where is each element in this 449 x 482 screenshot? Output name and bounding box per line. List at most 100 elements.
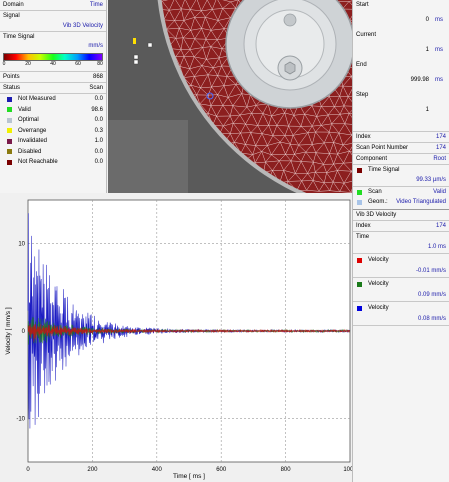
geom-label: Geom.: xyxy=(368,199,388,205)
end-field[interactable]: 999.98 ms xyxy=(353,70,449,90)
status-item-value: 0.0 xyxy=(94,148,103,155)
scan-row: Scan Valid xyxy=(353,187,449,197)
signal-label: Signal xyxy=(3,13,20,19)
current-field[interactable]: 1 ms xyxy=(353,40,449,60)
status-item-value: 0.0 xyxy=(94,117,103,124)
hub-marker xyxy=(283,13,297,27)
invalidated-point-marker[interactable] xyxy=(133,54,139,60)
velocity-value: 0.09 mm/s xyxy=(417,292,446,298)
time-signal-label: Time Signal xyxy=(3,34,35,40)
vib-index-row: Index 174 xyxy=(353,221,449,231)
index-row: Index 174 xyxy=(353,132,449,142)
domain-label: Domain xyxy=(3,2,24,8)
step-field[interactable]: 1 xyxy=(353,100,449,120)
tick-80: 80 xyxy=(97,61,103,67)
tick-40: 40 xyxy=(50,61,56,67)
invalidated-point-marker[interactable] xyxy=(147,42,153,48)
index-label: Index xyxy=(356,134,371,140)
status-item-label: Disabled xyxy=(18,148,42,155)
tick-20: 20 xyxy=(25,61,31,67)
current-unit: ms xyxy=(435,47,443,53)
vib-index-value: 174 xyxy=(435,223,446,229)
x-tick-label: 1000 xyxy=(343,467,352,473)
end-value[interactable]: 999.98 xyxy=(356,77,429,83)
status-item[interactable]: Not Reachable 0.0 xyxy=(0,157,106,168)
time-label-row: Time xyxy=(353,232,449,242)
tick-0: 0 xyxy=(2,61,6,67)
current-value[interactable]: 1 xyxy=(356,47,429,53)
left-panel: Domain Time Signal Vib 3D Velocity Time … xyxy=(0,0,107,193)
signal-value-row[interactable]: Vib 3D Velocity xyxy=(0,21,106,31)
velocity-swatch xyxy=(357,305,362,311)
signal-label-row: Signal xyxy=(0,11,106,21)
status-item[interactable]: Invalidated 1.0 xyxy=(0,136,106,147)
scan-value: Valid xyxy=(433,189,446,195)
status-item-value: 0.0 xyxy=(94,96,103,103)
geom-value: Video Triangulated xyxy=(396,199,446,205)
velocity-label: Velocity xyxy=(368,305,389,311)
end-label: End xyxy=(356,62,367,68)
start-value[interactable]: 0 xyxy=(356,17,429,23)
x-axis-label: Time [ ms ] xyxy=(173,473,205,480)
step-label: Step xyxy=(356,92,369,98)
tick-60: 60 xyxy=(75,61,81,67)
step-value[interactable]: 1 xyxy=(356,107,429,113)
velocity-row: Velocity xyxy=(353,302,449,314)
status-item-value: 0.0 xyxy=(94,159,103,166)
status-item-label: Invalidated xyxy=(18,138,48,145)
status-item-label: Overrange xyxy=(18,127,47,134)
background-texture xyxy=(108,120,188,193)
vib-title-row: Vib 3D Velocity xyxy=(353,210,449,220)
color-scale-ticks: 0 20 40 60 80 xyxy=(3,61,103,69)
scan-point-label: Scan Point Number xyxy=(356,145,409,151)
vib-index-label: Index xyxy=(356,223,371,229)
time-signal-chart[interactable]: 0 200 400 600 800 1000 -10 0 10 Time [ ms ] Veloci… xyxy=(0,194,357,482)
start-label-row: Start xyxy=(353,0,449,10)
status-item-value: 0.3 xyxy=(94,127,103,134)
status-item-value: 98.6 xyxy=(91,106,103,113)
status-swatch xyxy=(7,117,12,123)
step-label-row: Step xyxy=(353,90,449,100)
time-label: Time xyxy=(356,234,370,240)
overrange-point-marker[interactable] xyxy=(133,38,136,44)
current-label-row: Current xyxy=(353,30,449,40)
time-signal-swatch xyxy=(357,167,362,173)
start-field[interactable]: 0 ms xyxy=(353,10,449,30)
y-tick-label: 0 xyxy=(22,329,26,335)
status-item-label: Valid xyxy=(18,106,31,113)
status-swatch xyxy=(7,138,12,144)
time-signal-row: Time Signal xyxy=(353,165,449,175)
unit-row: mm/s xyxy=(0,42,106,50)
status-item[interactable]: Disabled 0.0 xyxy=(0,147,106,158)
domain-row[interactable]: Domain Time xyxy=(0,0,106,10)
colorbar-unit: mm/s xyxy=(88,43,103,49)
status-value[interactable]: Scan xyxy=(89,83,103,93)
status-row[interactable]: Status Scan xyxy=(0,83,106,93)
status-item[interactable]: Valid 98.6 xyxy=(0,105,106,116)
index-value: 174 xyxy=(435,134,446,140)
vib-title: Vib 3D Velocity xyxy=(356,212,397,218)
y-tick-label: -10 xyxy=(16,416,25,422)
start-label: Start xyxy=(356,2,369,8)
start-unit: ms xyxy=(435,17,443,23)
x-tick-label: 0 xyxy=(26,467,30,473)
status-item[interactable]: Optimal 0.0 xyxy=(0,115,106,126)
status-item[interactable]: Overrange 0.3 xyxy=(0,126,106,137)
chart-svg[interactable]: 0 200 400 600 800 1000 -10 0 10 Time [ ms ] Veloci… xyxy=(0,194,357,482)
mesh-canvas[interactable] xyxy=(108,0,352,193)
points-value: 868 xyxy=(92,74,103,80)
color-scale-bar xyxy=(3,53,103,61)
geometry-view[interactable] xyxy=(108,0,352,193)
status-swatch xyxy=(7,107,12,113)
scan-point-row: Scan Point Number 174 xyxy=(353,143,449,153)
velocity-swatch xyxy=(357,257,362,263)
invalidated-point-marker[interactable] xyxy=(133,59,139,65)
domain-value[interactable]: Time xyxy=(90,0,103,10)
time-signal-label: Time Signal xyxy=(368,167,400,173)
status-item[interactable]: Not Measured 0.0 xyxy=(0,94,106,105)
y-tick-label: 10 xyxy=(18,242,25,248)
scan-swatch xyxy=(357,189,362,195)
velocity-row: Velocity xyxy=(353,278,449,290)
scan-label: Scan xyxy=(368,189,382,195)
signal-value[interactable]: Vib 3D Velocity xyxy=(63,21,103,31)
